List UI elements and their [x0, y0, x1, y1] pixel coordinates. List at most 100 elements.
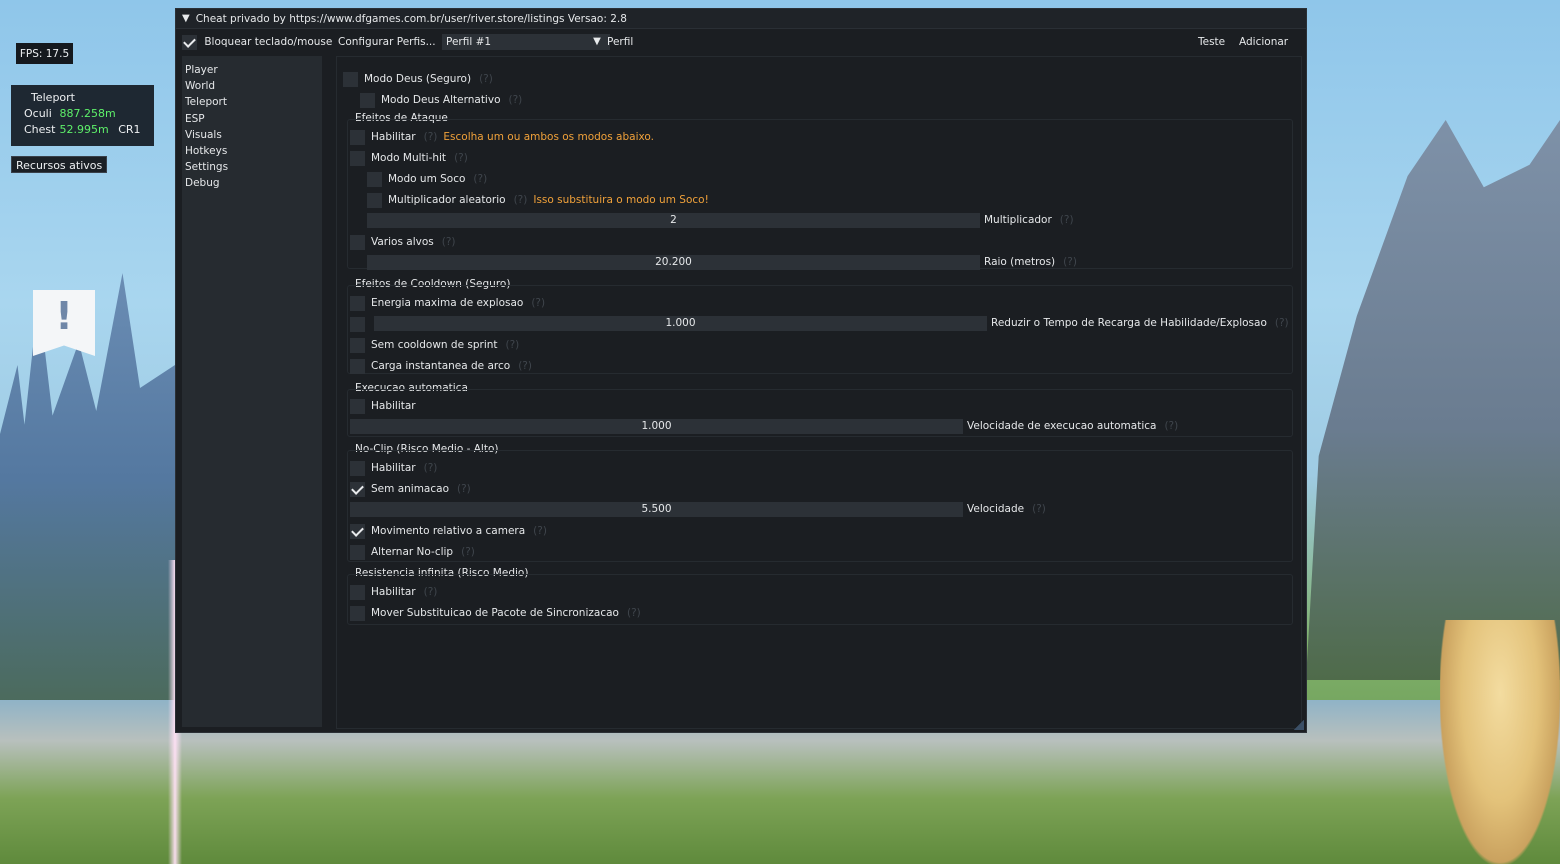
god-mode-alt-label: Modo Deus Alternativo	[381, 94, 501, 106]
random-multiplier-checkbox[interactable]	[367, 192, 382, 208]
resize-grip-icon[interactable]	[1294, 720, 1304, 730]
attack-enable-checkbox[interactable]	[350, 129, 365, 145]
stamina-enable-checkbox[interactable]	[350, 584, 365, 600]
profile-select[interactable]: Perfil #1	[442, 34, 610, 50]
help-icon[interactable]: (?)	[479, 73, 493, 85]
reduce-cooldown-checkbox[interactable]	[350, 316, 365, 332]
help-icon[interactable]: (?)	[531, 297, 545, 309]
sidebar: Player World Teleport ESP Visuals Hotkey…	[182, 56, 322, 727]
noclip-speed-label: Velocidade (?)	[967, 502, 1046, 517]
quest-marker-icon: !	[33, 290, 95, 356]
noclip-enable-toggle[interactable]: Habilitar (?)	[350, 460, 437, 476]
god-mode-toggle[interactable]: Modo Deus (Seguro) (?)	[343, 71, 493, 87]
sidebar-item-player[interactable]: Player	[182, 62, 322, 78]
help-icon[interactable]: (?)	[1060, 214, 1074, 226]
help-icon[interactable]: (?)	[424, 586, 438, 598]
config-profiles-button[interactable]: Configurar Perfis...	[338, 34, 436, 50]
multiplier-label: Multiplicador (?)	[984, 213, 1074, 228]
one-punch-toggle[interactable]: Modo um Soco (?)	[367, 171, 487, 187]
help-icon[interactable]: (?)	[1063, 256, 1077, 268]
stamina-enable-toggle[interactable]: Habilitar (?)	[350, 584, 437, 600]
fps-counter: FPS: 17.5	[16, 43, 73, 64]
help-icon[interactable]: (?)	[509, 94, 523, 106]
one-punch-checkbox[interactable]	[367, 171, 382, 187]
sidebar-item-world[interactable]: World	[182, 78, 322, 94]
block-input-checkbox[interactable]	[182, 34, 197, 50]
help-icon[interactable]: (?)	[518, 360, 532, 372]
test-button[interactable]: Teste	[1198, 34, 1225, 50]
help-icon[interactable]: (?)	[627, 607, 641, 619]
multi-targets-toggle[interactable]: Varios alvos (?)	[350, 234, 456, 250]
no-animation-toggle[interactable]: Sem animacao (?)	[350, 481, 471, 497]
help-icon[interactable]: (?)	[533, 525, 547, 537]
toggle-noclip-checkbox[interactable]	[350, 544, 365, 560]
attack-enable-toggle[interactable]: Habilitar (?) Escolha um ou ambos os modos…	[350, 129, 654, 145]
sidebar-item-esp[interactable]: ESP	[182, 111, 322, 127]
multi-targets-checkbox[interactable]	[350, 234, 365, 250]
collapse-triangle-icon[interactable]: ▼	[182, 13, 190, 24]
instant-bow-toggle[interactable]: Carga instantanea de arco (?)	[350, 358, 532, 374]
noclip-speed-slider[interactable]: 5.500	[350, 502, 963, 517]
reduce-cooldown-toggle[interactable]	[350, 316, 371, 332]
info-row-distance: 887.258m	[59, 107, 116, 120]
profile-label: Perfil	[607, 36, 634, 48]
profile-select-value: Perfil #1	[446, 36, 492, 48]
sidebar-item-settings[interactable]: Settings	[182, 159, 322, 175]
multihit-label: Modo Multi-hit	[371, 152, 447, 164]
help-icon[interactable]: (?)	[442, 236, 456, 248]
help-icon[interactable]: (?)	[506, 339, 520, 351]
multiplier-slider[interactable]: 2	[367, 213, 980, 228]
add-button[interactable]: Adicionar	[1239, 34, 1288, 50]
help-icon[interactable]: (?)	[1275, 317, 1289, 329]
help-icon[interactable]: (?)	[424, 131, 438, 143]
window-title: Cheat privado by https://www.dfgames.com…	[195, 12, 627, 25]
block-input-toggle[interactable]: Bloquear teclado/mouse	[182, 34, 332, 50]
no-animation-label: Sem animacao	[371, 483, 449, 495]
camera-relative-toggle[interactable]: Movimento relativo a camera (?)	[350, 523, 547, 539]
god-mode-alt-checkbox[interactable]	[360, 92, 375, 108]
sidebar-item-visuals[interactable]: Visuals	[182, 127, 322, 143]
reduce-cooldown-slider[interactable]: 1.000	[374, 316, 987, 331]
help-icon[interactable]: (?)	[461, 546, 475, 558]
auto-exec-speed-slider[interactable]: 1.000	[350, 419, 963, 434]
no-animation-checkbox[interactable]	[350, 481, 365, 497]
help-icon[interactable]: (?)	[1032, 503, 1046, 515]
god-mode-checkbox[interactable]	[343, 71, 358, 87]
sidebar-item-teleport[interactable]: Teleport	[182, 94, 322, 110]
active-features-badge: Recursos ativos	[11, 156, 108, 173]
content-panel: Modo Deus (Seguro) (?) Modo Deus Alternat…	[336, 56, 1302, 729]
background-character	[1440, 620, 1560, 864]
god-mode-alt-toggle[interactable]: Modo Deus Alternativo (?)	[360, 92, 522, 108]
radius-slider[interactable]: 20.200	[367, 255, 980, 270]
info-title: Teleport	[31, 91, 75, 104]
packet-sub-toggle[interactable]: Mover Substituicao de Pacote de Sincroni…	[350, 605, 641, 621]
help-icon[interactable]: (?)	[454, 152, 468, 164]
random-multiplier-toggle[interactable]: Multiplicador aleatorio (?) Isso substitui…	[367, 192, 709, 208]
no-sprint-cd-toggle[interactable]: Sem cooldown de sprint (?)	[350, 337, 519, 353]
no-sprint-cd-checkbox[interactable]	[350, 337, 365, 353]
window-titlebar[interactable]: ▼ Cheat privado by https://www.dfgames.c…	[176, 9, 1306, 29]
help-icon[interactable]: (?)	[424, 462, 438, 474]
toggle-noclip-toggle[interactable]: Alternar No-clip (?)	[350, 544, 475, 560]
sidebar-item-debug[interactable]: Debug	[182, 175, 322, 191]
camera-relative-checkbox[interactable]	[350, 523, 365, 539]
noclip-enable-checkbox[interactable]	[350, 460, 365, 476]
auto-exec-enable-toggle[interactable]: Habilitar	[350, 398, 416, 414]
multihit-checkbox[interactable]	[350, 150, 365, 166]
auto-exec-enable-checkbox[interactable]	[350, 398, 365, 414]
block-input-label: Bloquear teclado/mouse	[204, 36, 333, 48]
attack-enable-label: Habilitar	[371, 131, 416, 143]
multihit-toggle[interactable]: Modo Multi-hit (?)	[350, 150, 468, 166]
max-burst-toggle[interactable]: Energia maxima de explosao (?)	[350, 295, 545, 311]
help-icon[interactable]: (?)	[514, 194, 528, 206]
help-icon[interactable]: (?)	[473, 173, 487, 185]
help-icon[interactable]: (?)	[457, 483, 471, 495]
reduce-cooldown-label: Reduzir o Tempo de Recarga de Habilidade…	[991, 316, 1289, 331]
packet-sub-label: Mover Substituicao de Pacote de Sincroni…	[371, 607, 619, 619]
instant-bow-checkbox[interactable]	[350, 358, 365, 374]
packet-sub-checkbox[interactable]	[350, 605, 365, 621]
sidebar-item-hotkeys[interactable]: Hotkeys	[182, 143, 322, 159]
chevron-down-icon[interactable]: ▼	[589, 34, 605, 50]
help-icon[interactable]: (?)	[1164, 420, 1178, 432]
max-burst-checkbox[interactable]	[350, 295, 365, 311]
